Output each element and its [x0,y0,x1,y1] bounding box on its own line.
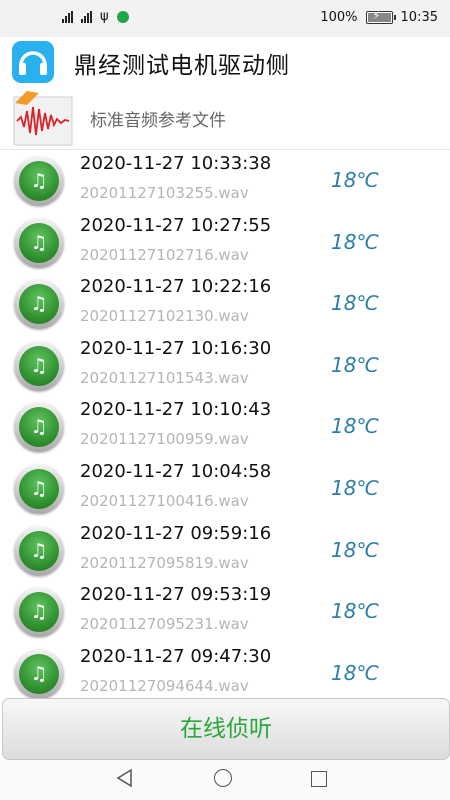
app-title: 鼎经测试电机驱动侧 [74,53,290,79]
record-time: 2020-11-27 10:10:43 [80,399,272,421]
list-item[interactable]: ♫ 2020-11-27 10:10:43 20201127100959.wav 18… [0,396,450,458]
record-filename: 20201127103255.wav [80,184,249,202]
recent-apps-icon[interactable] [311,771,327,787]
record-temperature: 18℃ [331,660,379,685]
usb-icon: ψ [100,9,109,24]
status-right: 100% ⚡ 10:35 [320,9,438,25]
signal-icon [62,10,73,23]
battery-icon: ⚡ [365,9,396,24]
record-time: 2020-11-27 10:27:55 [80,214,272,236]
record-temperature: 18℃ [331,168,379,192]
record-time: 2020-11-27 10:16:30 [80,337,272,359]
signal-icon-2 [81,10,92,23]
record-filename: 20201127101543.wav [80,368,249,387]
headphones-app-icon [12,41,54,83]
list-item[interactable]: ♫ 2020-11-27 10:27:55 20201127102716.wav 18… [0,212,450,274]
list-item[interactable]: ♫ 2020-11-27 09:47:30 20201127094644.wav 18… [0,643,450,698]
list-item[interactable]: ♫ 2020-11-27 10:04:58 20201127100416.wav 18… [0,458,450,520]
reference-label: 标准音频参考文件 [90,111,226,131]
list-item[interactable]: ♫ 2020-11-27 09:59:16 20201127095819.wav 18… [0,520,450,582]
reference-audio-row[interactable]: 标准音频参考文件 [0,87,450,150]
list-item[interactable]: ♫ 2020-11-27 09:53:19 20201127095231.wav 18… [0,581,450,643]
record-temperature: 18℃ [331,291,379,316]
list-item[interactable]: ♫ 2020-11-27 10:22:16 20201127102130.wav 18… [0,273,450,335]
recording-list[interactable]: ♫ 2020-11-27 10:33:38 20201127103255.wav 18… [0,150,450,698]
record-temperature: 18℃ [331,229,379,254]
record-time: 2020-11-27 09:59:16 [80,522,272,544]
record-time: 2020-11-27 10:04:58 [80,460,272,482]
music-note-icon[interactable]: ♫ [14,587,64,638]
record-time: 2020-11-27 10:22:16 [80,276,272,298]
music-note-icon[interactable]: ♫ [14,463,64,514]
record-temperature: 18℃ [331,475,379,500]
record-temperature: 18℃ [331,352,379,377]
record-filename: 20201127102130.wav [80,307,249,326]
app-bar: 鼎经测试电机驱动侧 [0,37,450,87]
home-icon[interactable] [214,769,232,787]
status-left: ψ [62,10,129,23]
music-note-icon[interactable]: ♫ [14,340,64,391]
listen-online-label: 在线侦听 [180,716,272,742]
record-time: 2020-11-27 09:53:19 [80,584,272,606]
record-time: 2020-11-27 09:47:30 [80,645,272,667]
listen-online-button[interactable]: 在线侦听 [2,698,450,760]
record-filename: 20201127102716.wav [80,245,249,264]
record-temperature: 18℃ [331,537,379,562]
record-temperature: 18℃ [331,599,379,624]
browser-icon [116,10,129,23]
list-item[interactable]: ♫ 2020-11-27 10:16:30 20201127101543.wav 18… [0,335,450,397]
wav-file-icon [11,89,75,147]
music-note-icon[interactable]: ♫ [14,217,64,268]
music-note-icon[interactable]: ♫ [14,525,64,576]
record-filename: 20201127100959.wav [80,430,249,449]
navigation-bar [0,760,450,800]
record-filename: 20201127095819.wav [80,553,249,572]
music-note-icon[interactable]: ♫ [14,156,64,206]
back-icon[interactable] [116,768,134,788]
record-filename: 20201127094644.wav [80,676,249,695]
record-temperature: 18℃ [331,414,379,439]
music-note-icon[interactable]: ♫ [14,648,64,698]
status-bar: ψ 100% ⚡ 10:35 [0,0,450,37]
clock: 10:35 [400,10,438,25]
music-note-icon[interactable]: ♫ [14,402,64,453]
battery-percent: 100% [320,10,358,25]
list-item[interactable]: ♫ 2020-11-27 10:33:38 20201127103255.wav 18… [0,150,450,212]
record-time: 2020-11-27 10:33:38 [80,153,272,174]
record-filename: 20201127095231.wav [80,615,249,634]
record-filename: 20201127100416.wav [80,491,249,510]
music-note-icon[interactable]: ♫ [14,279,64,330]
